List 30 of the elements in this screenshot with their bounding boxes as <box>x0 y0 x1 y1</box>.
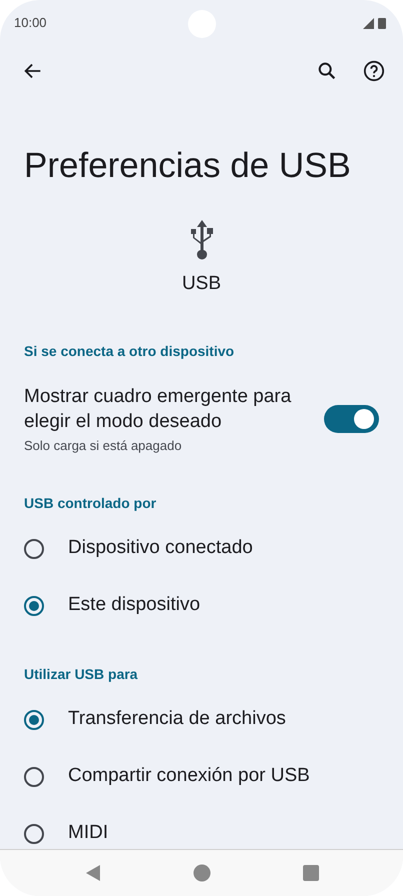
option-label: MIDI <box>68 821 108 846</box>
page-title: Preferencias de USB <box>23 145 352 187</box>
radio-button[interactable] <box>24 596 44 616</box>
status-time: 10:00 <box>14 14 47 32</box>
home-icon[interactable] <box>192 864 210 882</box>
radio-button[interactable] <box>24 710 44 730</box>
radio-option[interactable]: Este dispositivo <box>0 577 403 634</box>
setting-summary: Solo carga si está apagado <box>24 436 183 455</box>
option-label: Dispositivo conectado <box>68 536 253 560</box>
signal-battery-icon <box>363 17 389 29</box>
recents-icon[interactable] <box>302 865 318 881</box>
section-header: Utilizar USB para <box>23 665 139 684</box>
option-label: Este dispositivo <box>68 593 200 618</box>
option-label: Transferencia de archivos <box>68 707 286 732</box>
radio-button[interactable] <box>24 538 44 558</box>
radio-option[interactable]: Dispositivo conectado <box>0 520 403 577</box>
radio-button[interactable] <box>24 766 44 786</box>
radio-option[interactable]: Transferencia de archivos <box>0 691 403 748</box>
help-icon[interactable] <box>363 60 385 82</box>
section-header: USB controlado por <box>23 494 158 513</box>
toggle-switch[interactable] <box>324 405 379 434</box>
section-header: Si se conecta a otro dispositivo <box>23 342 236 361</box>
option-label: Compartir conexión por USB <box>68 764 310 788</box>
usb-label: USB <box>182 272 222 296</box>
setting-title: Mostrar cuadro emergente para elegir el modo deseado <box>24 384 292 434</box>
radio-option[interactable]: Compartir conexión por USB <box>0 748 403 805</box>
search-icon[interactable] <box>316 60 338 82</box>
back-icon[interactable] <box>84 864 100 882</box>
radio-button[interactable] <box>24 824 44 844</box>
radio-option[interactable]: MIDI <box>0 805 403 849</box>
